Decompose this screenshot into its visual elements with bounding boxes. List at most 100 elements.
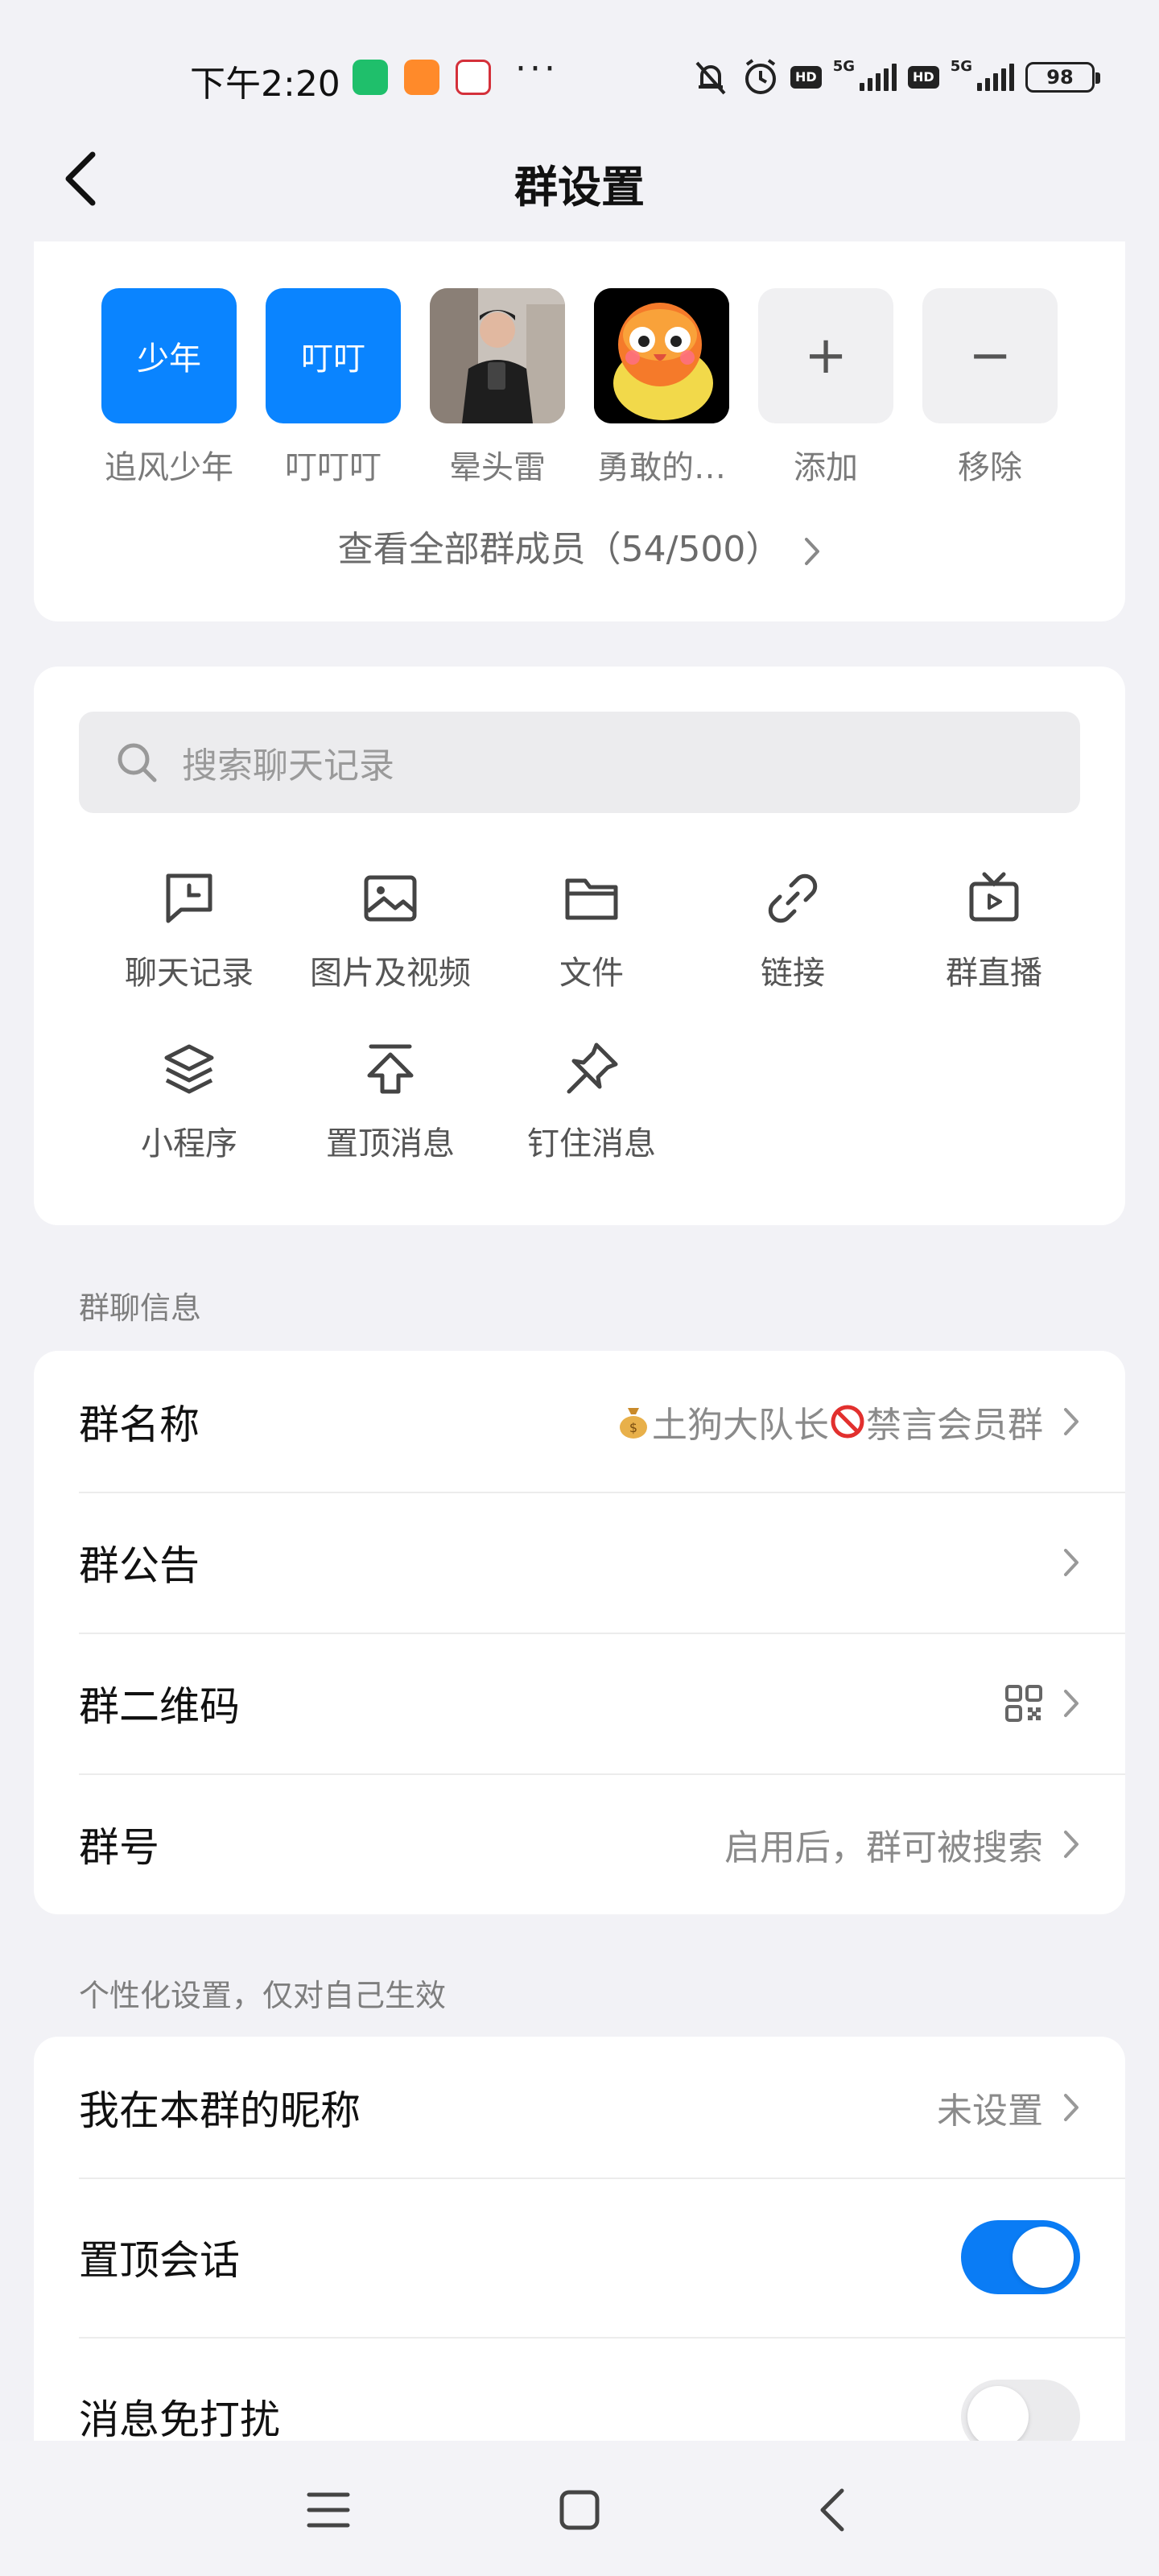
nav-header: 群设置 <box>0 129 1159 225</box>
members-row: 少年 追风少年 叮叮 叮叮叮 晕头雷 勇敢的… + 添加 − 移除 <box>101 288 1058 488</box>
row-value <box>1004 1684 1080 1723</box>
member-name: 晕头雷 <box>449 449 546 486</box>
members-card: 少年 追风少年 叮叮 叮叮叮 晕头雷 勇敢的… + 添加 − 移除 查看全部群成… <box>34 242 1125 621</box>
group-name-text-1: 土狗大队长 <box>652 1404 829 1446</box>
minus-icon: − <box>922 288 1058 423</box>
app-notification-icon-red <box>456 60 491 95</box>
view-all-members-link[interactable]: 查看全部群成员（54/500） <box>34 520 1125 572</box>
section-title-group-info: 群聊信息 <box>79 1290 202 1326</box>
tool-label: 置顶消息 <box>326 1125 455 1162</box>
row-value: 未设置 <box>937 2082 1080 2133</box>
group-settings-page: 下午2:20 ··· HD 5G HD 5G 98 群设置 少年 追风少年 叮叮… <box>0 0 1159 2576</box>
tool-pinned-messages[interactable]: 置顶消息 <box>290 1038 491 1164</box>
group-name-text-2: 禁言会员群 <box>866 1404 1043 1446</box>
link-icon <box>768 873 818 923</box>
hd-badge-2: HD <box>908 66 939 89</box>
tool-label: 链接 <box>761 955 825 992</box>
row-label: 我在本群的昵称 <box>79 2087 361 2134</box>
image-icon <box>364 875 417 922</box>
member-item[interactable]: 勇敢的… <box>594 288 729 488</box>
avatar: 叮叮 <box>266 288 401 423</box>
system-back-button[interactable] <box>792 2470 872 2550</box>
chevron-right-icon <box>1064 1689 1079 1717</box>
mute-row: 消息免打扰 <box>34 2337 1125 2441</box>
group-notice-row[interactable]: 群公告 <box>34 1492 1125 1633</box>
chevron-left-icon <box>820 2488 844 2532</box>
my-nickname-row[interactable]: 我在本群的昵称 未设置 <box>34 2037 1125 2178</box>
personal-settings-card: 我在本群的昵称 未设置 置顶会话 消息免打扰 <box>34 2037 1125 2441</box>
folder-icon <box>565 878 618 920</box>
network-type: 5G <box>832 57 856 75</box>
row-label: 置顶会话 <box>79 2237 240 2284</box>
add-member-button[interactable]: + 添加 <box>758 288 893 488</box>
page-title: 群设置 <box>514 162 645 213</box>
menu-button[interactable] <box>288 2470 369 2550</box>
group-name-value: $ 土狗大队长 禁言会员群 <box>615 1396 1080 1447</box>
member-item[interactable]: 晕头雷 <box>430 288 565 488</box>
tool-mini-program[interactable]: 小程序 <box>89 1038 290 1164</box>
avatar-text: 少年 <box>137 341 201 378</box>
toggle-knob <box>1013 2227 1074 2288</box>
group-name-row[interactable]: 群名称 $ 土狗大队长 禁言会员群 <box>34 1351 1125 1492</box>
hd-badge: HD <box>790 66 822 89</box>
search-placeholder: 搜索聊天记录 <box>182 745 394 786</box>
person-photo-icon <box>430 288 565 423</box>
tool-label: 图片及视频 <box>310 955 471 992</box>
tool-stuck-messages[interactable]: 钉住消息 <box>491 1038 692 1164</box>
tool-live[interactable]: 群直播 <box>893 868 1095 993</box>
signal-icon-2 <box>977 64 1014 91</box>
remove-member-button[interactable]: − 移除 <box>922 288 1058 488</box>
tool-images-videos[interactable]: 图片及视频 <box>290 868 491 993</box>
search-chat-input[interactable]: 搜索聊天记录 <box>79 712 1080 813</box>
group-qrcode-row[interactable]: 群二维码 <box>34 1633 1125 1773</box>
mute-bell-icon <box>695 61 726 95</box>
tool-label: 钉住消息 <box>527 1125 656 1162</box>
chevron-right-icon <box>1064 1830 1079 1858</box>
tv-icon <box>969 872 1019 922</box>
chevron-right-icon <box>1064 1548 1079 1576</box>
qr-code-icon <box>1005 1684 1042 1722</box>
nickname-value: 未设置 <box>937 2090 1043 2132</box>
tools-grid: 聊天记录 图片及视频 文件 链接 群直播 小程序 置顶消息 钉住消息 <box>113 868 1119 1164</box>
app-notification-icon-orange <box>404 60 439 95</box>
pin-chat-toggle[interactable] <box>961 2220 1080 2294</box>
avatar: 少年 <box>101 288 237 423</box>
row-value <box>1043 1547 1080 1578</box>
tool-label: 文件 <box>559 955 624 992</box>
tool-label: 群直播 <box>946 955 1042 992</box>
member-item[interactable]: 少年 追风少年 <box>101 288 237 488</box>
group-info-card: 群名称 $ 土狗大队长 禁言会员群 群公告 群二维码 群号 启用后，群可被搜索 <box>34 1351 1125 1914</box>
row-value: 启用后，群可被搜索 <box>724 1818 1080 1870</box>
signal-icon <box>860 64 897 91</box>
system-nav-bar <box>0 2441 1159 2576</box>
member-name: 叮叮叮 <box>285 449 382 486</box>
mute-toggle[interactable] <box>961 2380 1080 2441</box>
remove-member-label: 移除 <box>958 449 1022 486</box>
section-title-personal: 个性化设置，仅对自己生效 <box>79 1978 447 2013</box>
add-member-label: 添加 <box>794 449 858 486</box>
battery-icon: 98 <box>1025 62 1100 93</box>
member-name: 追风少年 <box>105 449 233 486</box>
tool-links[interactable]: 链接 <box>692 868 893 993</box>
battery-level: 98 <box>1046 66 1074 89</box>
more-notifications-icon: ··· <box>515 48 559 89</box>
group-id-value: 启用后，群可被搜索 <box>724 1827 1043 1868</box>
pin-top-icon <box>367 1044 414 1094</box>
row-label: 群公告 <box>79 1542 200 1589</box>
member-name: 勇敢的… <box>597 449 726 486</box>
chevron-right-icon <box>1064 1407 1079 1435</box>
group-id-row[interactable]: 群号 启用后，群可被搜索 <box>34 1773 1125 1914</box>
home-button[interactable] <box>539 2470 620 2550</box>
status-icons: HD 5G HD 5G 98 <box>691 57 1100 97</box>
plus-icon: + <box>758 288 893 423</box>
chat-history-icon <box>166 873 212 923</box>
member-item[interactable]: 叮叮 叮叮叮 <box>266 288 401 488</box>
status-time: 下午2:20 <box>190 64 340 105</box>
svg-text:$: $ <box>629 1420 637 1435</box>
row-label: 群名称 <box>79 1401 200 1448</box>
tool-files[interactable]: 文件 <box>491 868 692 993</box>
tool-chat-history[interactable]: 聊天记录 <box>89 868 290 993</box>
row-label: 消息免打扰 <box>79 2396 280 2441</box>
toggle-knob <box>967 2386 1029 2441</box>
chat-tools-card: 搜索聊天记录 聊天记录 图片及视频 文件 链接 群直播 小程序 置顶消息 钉住消… <box>34 667 1125 1225</box>
